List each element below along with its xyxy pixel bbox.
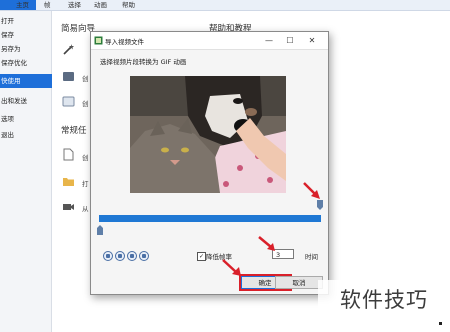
minimize-button[interactable]: — <box>263 35 275 46</box>
import-video-dialog: 导入视频文件 — ☐ ✕ 选择视频片段转换为 GIF 动画 ✓ 降低帧率 3 时… <box>90 31 329 295</box>
video-preview <box>130 76 286 193</box>
main-item-label: 创 <box>82 154 89 162</box>
previous-frame-button[interactable] <box>115 251 125 261</box>
main-item-label: 创 <box>82 75 89 83</box>
sidebar-item-save-optimized[interactable]: 保存优化 <box>0 57 52 69</box>
menu-frame[interactable]: 帧 <box>44 0 51 10</box>
menu-select[interactable]: 选择 <box>68 0 81 10</box>
sidebar-item-options[interactable]: 选项 <box>0 113 52 125</box>
play-button[interactable] <box>127 251 137 261</box>
start-marker-handle[interactable] <box>97 225 103 235</box>
dialog-titlebar[interactable]: 导入视频文件 — ☐ ✕ <box>91 32 328 50</box>
menu-animation[interactable]: 动画 <box>94 0 107 10</box>
sidebar-item-open[interactable]: 打开 <box>0 15 52 27</box>
sidebar-item-quick-use[interactable]: 快使用 <box>0 74 52 88</box>
next-frame-button[interactable] <box>139 251 149 261</box>
close-button[interactable]: ✕ <box>306 35 318 46</box>
main-item-label: 从 <box>82 205 89 213</box>
wizard-wand-icon[interactable] <box>62 43 75 56</box>
red-arrow-icon <box>303 182 320 199</box>
red-arrow-icon <box>258 236 275 251</box>
menu-help[interactable]: 帮助 <box>122 0 135 10</box>
cursor-dot <box>439 322 442 325</box>
common-tasks-title: 常规任 <box>61 126 87 136</box>
main-item-label: 创 <box>82 100 89 108</box>
maximize-button[interactable]: ☐ <box>284 35 296 46</box>
folder-icon[interactable] <box>62 175 75 188</box>
camera-icon[interactable] <box>62 200 75 213</box>
sidebar-item-save-as[interactable]: 另存为 <box>0 43 52 55</box>
dialog-title: 导入视频文件 <box>105 38 144 46</box>
reduce-framerate-checkbox[interactable]: ✓ <box>197 252 206 261</box>
menu-home[interactable]: 主页 <box>16 0 29 10</box>
blank-canvas-icon[interactable] <box>62 95 75 108</box>
sidebar-item-export[interactable]: 出和发送 <box>0 95 52 107</box>
sidebar-item-save[interactable]: 保存 <box>0 29 52 41</box>
dialog-prompt: 选择视频片段转换为 GIF 动画 <box>100 58 187 66</box>
file-sidebar: 打开 保存 另存为 保存优化 快使用 出和发送 选项 退出 <box>0 11 52 332</box>
first-frame-button[interactable] <box>103 251 113 261</box>
unit-label: 时间 <box>305 253 318 261</box>
menu-bar: 主页 帧 选择 动画 帮助 <box>0 0 450 11</box>
app-icon <box>94 36 103 45</box>
main-item-label: 打 <box>82 180 89 188</box>
cancel-button[interactable]: 取消 <box>275 276 323 289</box>
video-frame-image <box>130 76 286 193</box>
sidebar-item-exit[interactable]: 退出 <box>0 129 52 141</box>
video-file-icon[interactable] <box>62 70 75 83</box>
end-marker-handle[interactable] <box>317 200 323 210</box>
timeline-range-bar[interactable] <box>99 215 321 222</box>
new-document-icon[interactable] <box>62 148 75 161</box>
watermark: 软件技巧 <box>318 280 450 320</box>
